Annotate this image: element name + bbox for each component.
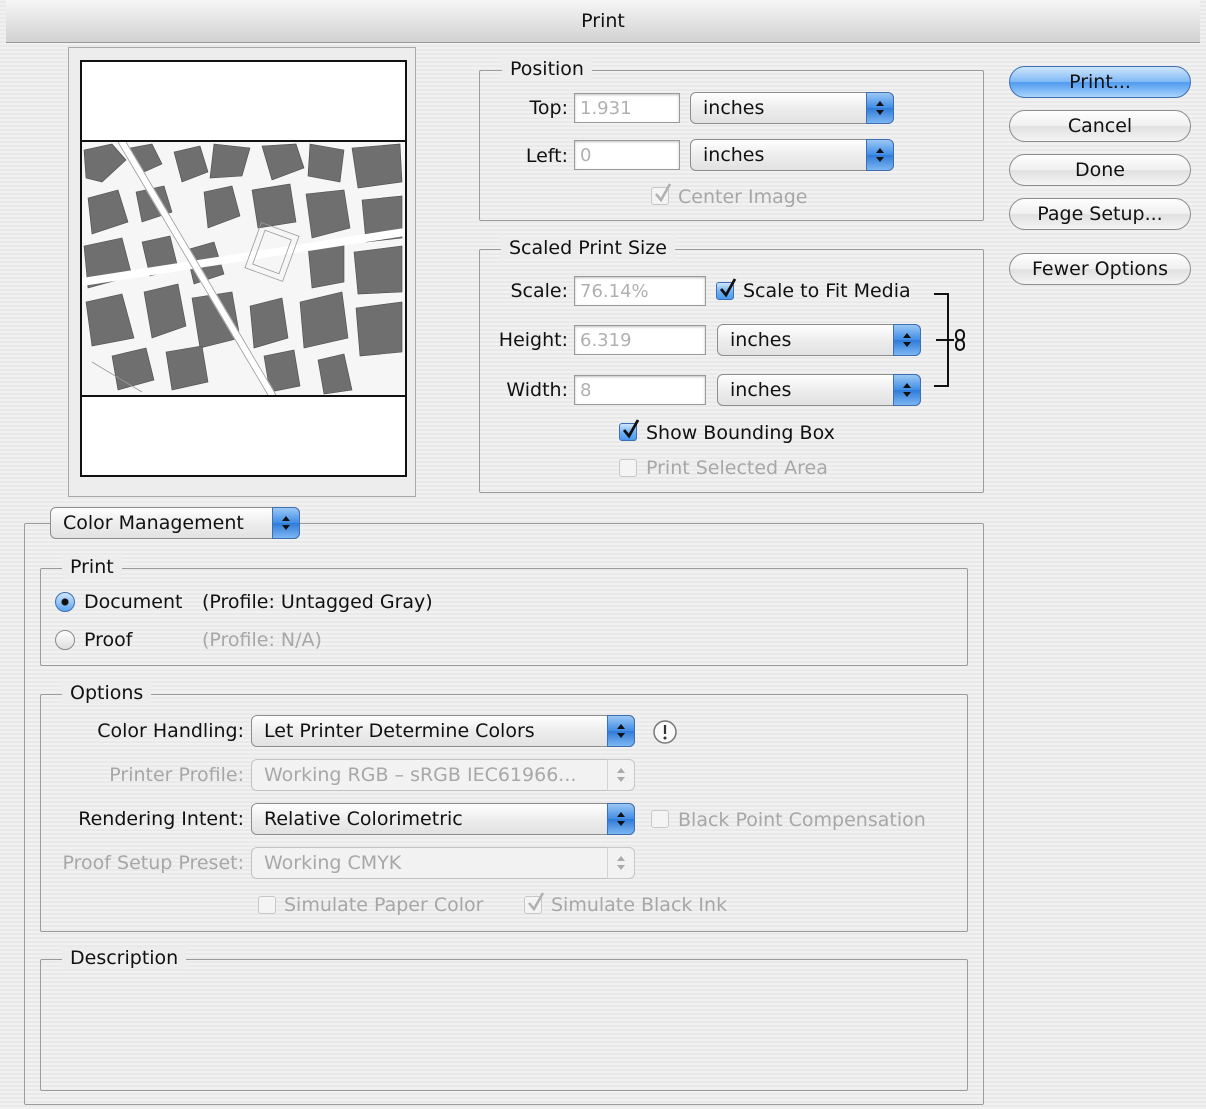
position-legend: Position [502,58,592,80]
print-selected-area-label: Print Selected Area [646,457,828,479]
window-title: Print [6,0,1200,43]
width-unit-label: inches [730,379,792,401]
top-field[interactable]: 1.931 [574,93,680,123]
left-field[interactable]: 0 [574,140,680,170]
simulate-paper-color-label: Simulate Paper Color [284,894,484,916]
popup-arrows-icon [607,847,635,879]
print-dialog: Print Position Top: 1.931 inches Left: 0… [0,0,1206,1109]
left-label: Left: [525,145,568,167]
color-management-popup[interactable]: Color Management [50,507,300,539]
document-profile-text: (Profile: Untagged Gray) [202,591,433,613]
rendering-intent-value: Relative Colorimetric [264,808,463,830]
map-image [82,142,405,395]
popup-arrows-icon [607,803,635,835]
checkmark-icon [655,183,672,203]
simulate-black-ink-checkbox[interactable] [524,892,545,914]
popup-arrows-icon [866,139,894,171]
print-source-group [40,568,968,666]
description-legend: Description [62,947,187,969]
popup-arrows-icon [607,715,635,747]
scaled-print-size-legend: Scaled Print Size [501,237,675,259]
proof-setup-preset-label: Proof Setup Preset: [62,852,244,874]
scale-label: Scale: [510,280,568,302]
cancel-button[interactable]: Cancel [1009,110,1191,142]
top-unit-label: inches [703,97,765,119]
scale-to-fit-checkbox[interactable] [716,278,737,300]
width-unit-popup[interactable]: inches [717,374,921,406]
print-preview-page [80,60,407,477]
simulate-black-ink-label: Simulate Black Ink [551,894,728,916]
proof-profile-text: (Profile: N/A) [202,629,322,651]
proof-setup-preset-value: Working CMYK [264,852,402,874]
map-preview-image[interactable] [82,140,405,397]
printer-profile-popup[interactable]: Working RGB – sRGB IEC61966... [251,759,635,791]
left-unit-popup[interactable]: inches [690,139,894,171]
popup-arrows-icon [893,374,921,406]
description-group [40,959,968,1091]
height-unit-label: inches [730,329,792,351]
constrain-proportions-link-icon[interactable] [930,292,974,388]
scale-field[interactable]: 76.14% [574,276,706,306]
popup-arrows-icon [607,759,635,791]
black-point-compensation-label: Black Point Compensation [678,809,926,831]
popup-arrows-icon [893,324,921,356]
height-unit-popup[interactable]: inches [717,324,921,356]
proof-label: Proof [84,629,133,651]
height-label: Height: [498,329,568,351]
proof-setup-preset-popup[interactable]: Working CMYK [251,847,635,879]
top-label: Top: [529,97,568,119]
color-handling-value: Let Printer Determine Colors [264,720,535,742]
color-management-label: Color Management [63,512,244,534]
checkmark-icon [528,892,545,912]
document-label: Document [84,591,183,613]
rendering-intent-popup[interactable]: Relative Colorimetric [251,803,635,835]
left-unit-label: inches [703,144,765,166]
page-setup-button[interactable]: Page Setup... [1009,198,1191,230]
scale-to-fit-label: Scale to Fit Media [743,280,911,302]
options-legend: Options [62,682,152,704]
printer-profile-value: Working RGB – sRGB IEC61966... [264,764,577,786]
show-bounding-box-checkbox[interactable] [619,419,640,441]
height-field[interactable]: 6.319 [574,325,706,355]
show-bounding-box-label: Show Bounding Box [646,422,835,444]
exclamation-icon[interactable] [651,718,679,746]
done-button[interactable]: Done [1009,154,1191,186]
center-image-checkbox[interactable] [651,183,672,205]
width-field[interactable]: 8 [574,375,706,405]
fewer-options-button[interactable]: Fewer Options [1009,253,1191,285]
print-button[interactable]: Print... [1009,66,1191,98]
checkmark-icon [622,419,640,439]
proof-radio[interactable] [55,630,75,650]
color-handling-popup[interactable]: Let Printer Determine Colors [251,715,635,747]
popup-arrows-icon [866,92,894,124]
popup-arrows-icon [272,507,300,539]
checkmark-icon [719,278,737,298]
simulate-paper-color-checkbox[interactable] [258,896,276,914]
print-source-legend: Print [62,556,122,578]
rendering-intent-label: Rendering Intent: [78,808,244,830]
print-selected-area-checkbox[interactable] [619,459,637,477]
width-label: Width: [506,379,568,401]
black-point-compensation-checkbox[interactable] [651,810,669,828]
top-unit-popup[interactable]: inches [690,92,894,124]
center-image-label: Center Image [678,186,808,208]
document-radio[interactable] [55,592,75,612]
color-handling-label: Color Handling: [97,720,244,742]
printer-profile-label: Printer Profile: [109,764,244,786]
